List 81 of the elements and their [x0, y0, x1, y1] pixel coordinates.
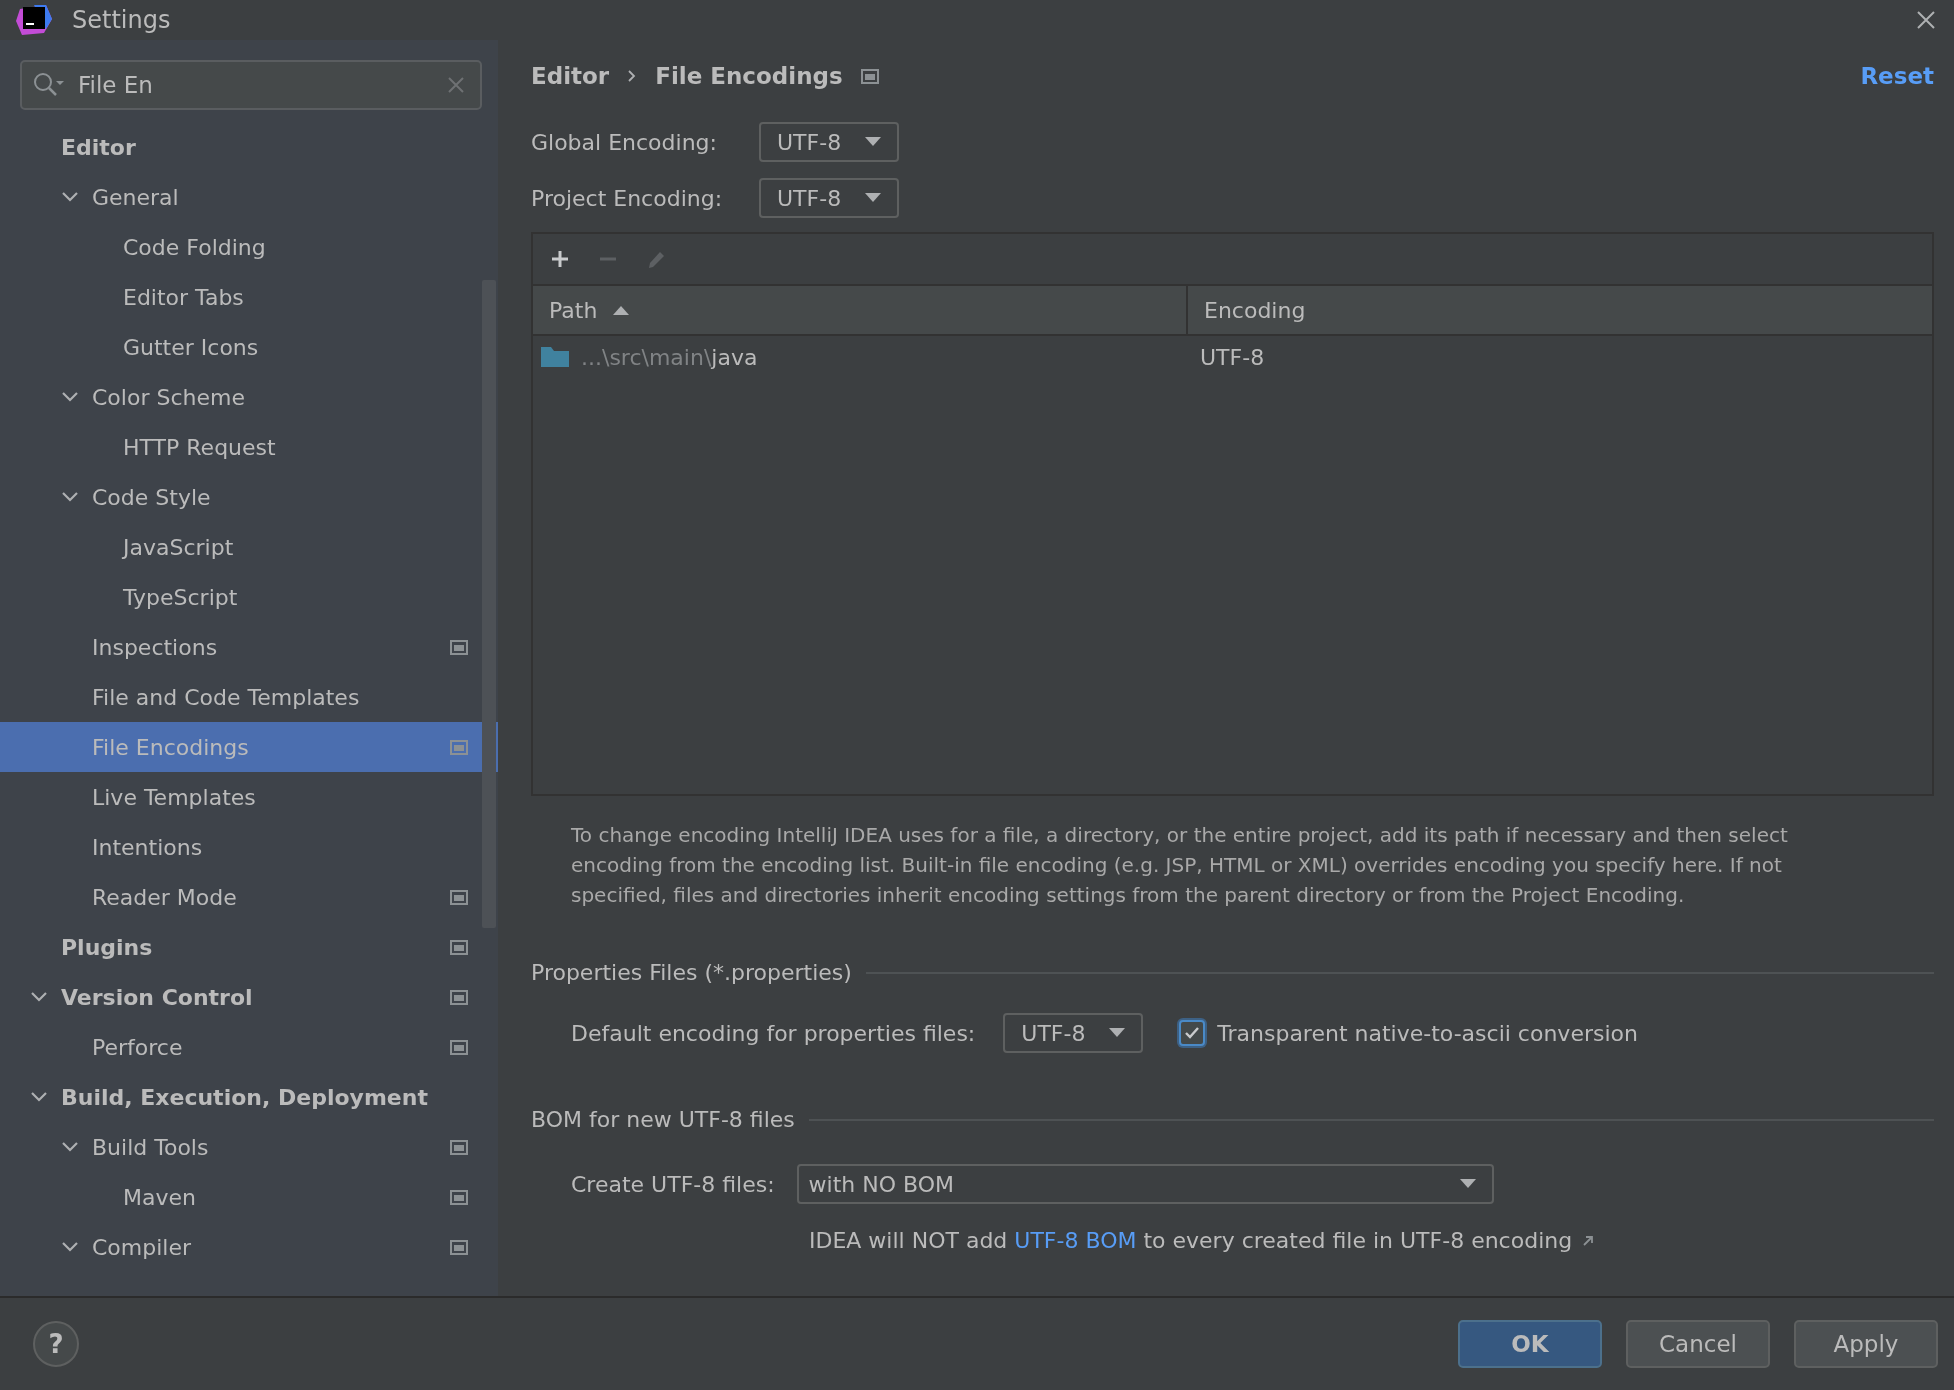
tree-item[interactable]: File Encodings: [0, 722, 498, 772]
encoding-dropdown[interactable]: UTF-8: [759, 122, 899, 162]
caret-down-icon: [865, 137, 881, 147]
chevron-down-icon[interactable]: [30, 1091, 48, 1103]
tree-item[interactable]: Build, Execution, Deployment: [0, 1072, 498, 1122]
tree-item[interactable]: TypeScript: [0, 572, 498, 622]
chevron-down-icon[interactable]: [61, 191, 79, 203]
chevron-down-icon[interactable]: [61, 391, 79, 403]
tree-item[interactable]: Intentions: [0, 822, 498, 872]
help-button[interactable]: ?: [33, 1321, 79, 1367]
tree-item[interactable]: HTTP Request: [0, 422, 498, 472]
chevron-down-icon[interactable]: [61, 1241, 79, 1253]
bom-dropdown[interactable]: with NO BOM: [796, 1164, 1494, 1204]
check-icon: [1184, 1026, 1201, 1040]
chevron-down-icon[interactable]: [30, 991, 48, 1003]
tree-item[interactable]: Live Templates: [0, 772, 498, 822]
caret-down-icon: [865, 193, 881, 203]
sort-up-icon: [613, 305, 630, 315]
column-header[interactable]: Encoding: [1188, 286, 1932, 334]
tree-item[interactable]: Plugins: [0, 922, 498, 972]
tree-item[interactable]: Inspections: [0, 622, 498, 672]
tree-item[interactable]: Reader Mode: [0, 872, 498, 922]
tree-item[interactable]: Editor Tabs: [0, 272, 498, 322]
tree-item[interactable]: JavaScript: [0, 522, 498, 572]
caret-down-icon: [1459, 1179, 1476, 1189]
plus-icon: [549, 248, 571, 270]
description-text: To change encoding IntelliJ IDEA uses for a file, a directory, or the entire project, add its path if necessary and then select encoding from the encoding list. Built-in file encoding (e.g. JSP, HTML or XML) overrides encoding you specify here. If not specified, files and directories inherit encoding settings from the parent directory or from the Project Encoding.: [571, 822, 1789, 909]
reset-link[interactable]: Reset: [1860, 63, 1934, 89]
window-icon: [860, 68, 879, 84]
encoding-dropdown[interactable]: UTF-8: [759, 178, 899, 218]
window-icon: [450, 739, 468, 755]
window-icon: [450, 1189, 468, 1205]
window-icon: [450, 1039, 468, 1055]
tree-item[interactable]: Maven: [0, 1172, 498, 1222]
table-cell: UTF-8: [1200, 344, 1265, 370]
caret-down-icon: [1109, 1028, 1126, 1038]
utf8-bom-link[interactable]: UTF-8 BOM: [1014, 1228, 1137, 1253]
section-title: Properties Files (*.properties): [531, 960, 852, 985]
dialog-button[interactable]: Apply: [1794, 1320, 1938, 1368]
window-icon: [450, 889, 468, 905]
section-title: BOM for new UTF-8 files: [531, 1107, 795, 1132]
chevron-right-icon: [627, 69, 638, 83]
window-icon: [450, 1139, 468, 1155]
dialog-button[interactable]: Cancel: [1626, 1320, 1770, 1368]
search-field[interactable]: File En: [20, 60, 482, 110]
tree-item[interactable]: Compiler: [0, 1222, 498, 1272]
chevron-down-icon[interactable]: [61, 491, 79, 503]
field-label: Create UTF-8 files:: [571, 1171, 775, 1197]
scrollbar[interactable]: [482, 280, 496, 928]
breadcrumb-item[interactable]: Editor: [531, 63, 610, 89]
native-to-ascii-checkbox[interactable]: Transparent native-to-ascii conversion: [1179, 1020, 1638, 1046]
tree-item[interactable]: Version Control: [0, 972, 498, 1022]
tree-item[interactable]: Build Tools: [0, 1122, 498, 1172]
chevron-down-icon[interactable]: [61, 1141, 79, 1153]
tree-item[interactable]: General: [0, 172, 498, 222]
breadcrumb-item[interactable]: File Encodings: [655, 63, 843, 89]
tree-item[interactable]: Perforce: [0, 1022, 498, 1072]
field-label: Default encoding for properties files:: [571, 1020, 976, 1046]
tree-item[interactable]: Gutter Icons: [0, 322, 498, 372]
window-icon: [450, 989, 468, 1005]
window-icon: [450, 1239, 468, 1255]
table-cell: ...\src\main\java: [581, 344, 758, 370]
tree-item[interactable]: Code Folding: [0, 222, 498, 272]
app-logo-icon: [16, 5, 52, 35]
tree-item[interactable]: File and Code Templates: [0, 672, 498, 722]
tree-item[interactable]: Color Scheme: [0, 372, 498, 422]
external-link-icon: [1582, 1234, 1595, 1247]
bom-note: IDEA will NOT add UTF-8 BOM to every created file in UTF-8 encoding: [809, 1228, 1573, 1253]
close-icon[interactable]: [1916, 10, 1936, 30]
field-label: Global Encoding:: [531, 129, 718, 155]
column-header[interactable]: Path: [533, 286, 1188, 334]
ok-button[interactable]: OK: [1458, 1320, 1602, 1368]
tree-item[interactable]: Code Style: [0, 472, 498, 522]
field-label: Project Encoding:: [531, 185, 724, 211]
folder-icon: [541, 347, 569, 367]
window-icon: [450, 939, 468, 955]
minus-icon: [597, 257, 619, 261]
tree-item[interactable]: Editor: [0, 122, 498, 172]
encoding-dropdown[interactable]: UTF-8: [1003, 1013, 1144, 1053]
window-title: Settings: [72, 6, 171, 34]
window-icon: [450, 639, 468, 655]
